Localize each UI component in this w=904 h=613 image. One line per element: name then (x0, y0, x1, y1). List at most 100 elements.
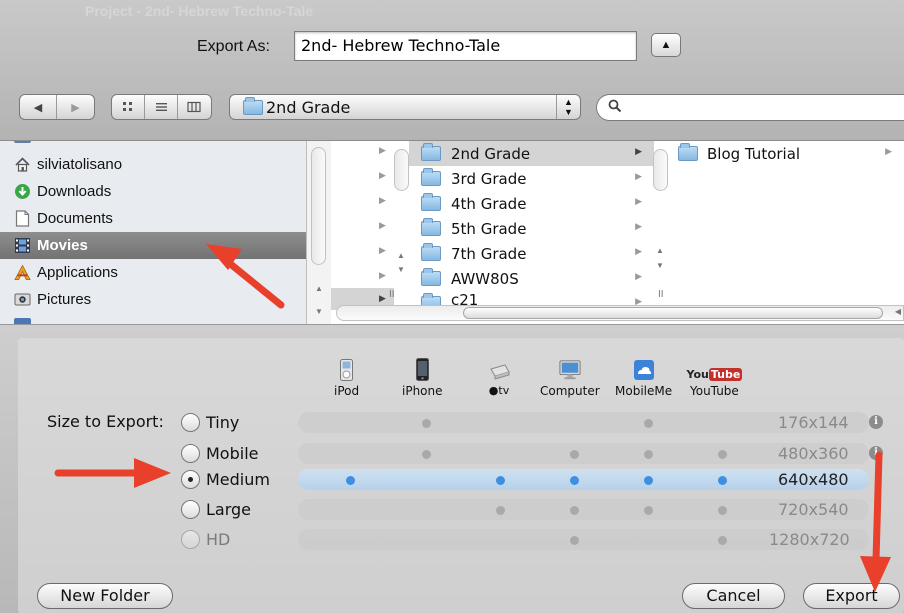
size-resolution: 720x540 (778, 500, 849, 519)
folder-row-2nd-grade[interactable]: 2nd Grade ▶ (409, 141, 654, 166)
sidebar-scrollbar[interactable]: ▲ ▼ (306, 141, 331, 324)
sidebar-item-label: Pictures (37, 291, 92, 308)
disclosure-arrow-icon: ▶ (635, 272, 642, 282)
window-title: Project - 2nd- Hebrew Techno-Tale (85, 3, 314, 19)
column-view-button[interactable] (178, 95, 211, 119)
computer-icon (559, 357, 581, 381)
list-view-icon (155, 103, 167, 111)
scrollbar-thumb[interactable] (311, 147, 326, 265)
sidebar-item-downloads[interactable]: Downloads (0, 178, 306, 205)
up-down-arrows-icon: ▲ ▼ (556, 95, 580, 119)
folder-name: 2nd Grade (451, 144, 531, 163)
scrollbar-thumb[interactable] (653, 149, 668, 191)
device-ipod: iPod (334, 357, 359, 398)
scrollbar-thumb[interactable] (394, 149, 409, 191)
horizontal-scrollbar-thumb[interactable] (463, 307, 883, 319)
scroll-down-arrow-icon[interactable]: ▼ (315, 307, 323, 316)
search-input[interactable] (596, 94, 904, 121)
column-3-scrollbar[interactable]: ▲ ▼ II (652, 141, 670, 324)
info-icon[interactable]: i (869, 446, 883, 460)
new-folder-button[interactable]: New Folder (37, 583, 173, 609)
youtube-badge-tube: Tube (708, 368, 743, 381)
folder-row-5th-grade[interactable]: 5th Grade ▶ (409, 216, 654, 241)
view-mode-control (111, 94, 212, 120)
radio-large[interactable] (181, 500, 200, 519)
triangle-left-icon: ◀ (33, 101, 43, 114)
scroll-down-arrow-icon[interactable]: ▼ (397, 265, 405, 274)
collapse-dialog-button[interactable]: ▲ (651, 33, 681, 57)
scroll-down-arrow-icon[interactable]: ▼ (656, 261, 664, 270)
scroll-up-arrow-icon[interactable]: ▲ (656, 246, 664, 255)
support-dot (570, 536, 579, 545)
folder-row-3rd-grade[interactable]: 3rd Grade ▶ (409, 166, 654, 191)
browser-column-1: ▶ ▶ ▶ ▶ ▶ ▶ ▶ II (331, 141, 395, 324)
folder-name: 7th Grade (451, 244, 527, 263)
scroll-up-arrow-icon[interactable]: ▲ (397, 251, 405, 260)
folder-icon (421, 218, 441, 236)
icon-view-button[interactable] (112, 95, 145, 119)
apple-tv-icon (488, 357, 510, 381)
scroll-up-arrow-icon[interactable]: ▲ (315, 284, 323, 293)
size-name: Medium (206, 470, 270, 489)
search-icon (608, 99, 622, 116)
support-dot (644, 476, 653, 485)
horizontal-scrollbar[interactable]: ◀ (336, 305, 904, 321)
sidebar-item-label: silviatolisano (37, 156, 123, 173)
folder-row-7th-grade[interactable]: 7th Grade ▶ (409, 241, 654, 266)
back-button[interactable]: ◀ (20, 95, 58, 119)
sidebar-item-home[interactable]: silviatolisano (0, 151, 306, 178)
export-options-panel: iPod iPhone ●tv Computer MobileMe You Tub… (0, 324, 904, 613)
support-dot (718, 536, 727, 545)
radio-medium[interactable] (181, 470, 200, 489)
folder-row-blog-tutorial[interactable]: Blog Tutorial ▶ (670, 141, 904, 166)
disclosure-arrow-icon: ▶ (379, 245, 386, 255)
size-row-medium[interactable]: Medium 640x480 (181, 467, 904, 492)
mobileme-icon (633, 357, 655, 381)
folder-name: 5th Grade (451, 219, 527, 238)
iphone-icon (411, 357, 433, 381)
sidebar-item-movies[interactable]: Movies (0, 232, 306, 259)
folder-name: 4th Grade (451, 194, 527, 213)
support-dot (496, 506, 505, 515)
scroll-divider: II (658, 289, 664, 300)
size-name: Tiny (206, 413, 240, 432)
sidebar-item-pictures[interactable]: Pictures (0, 286, 306, 313)
folder-row-aww80s[interactable]: AWW80S ▶ (409, 266, 654, 291)
folder-icon (421, 243, 441, 261)
size-row-large[interactable]: Large 720x540 (181, 497, 904, 522)
folder-row-4th-grade[interactable]: 4th Grade ▶ (409, 191, 654, 216)
size-row-tiny[interactable]: Tiny 176x144 i (181, 410, 904, 435)
device-apple-tv: ●tv (488, 357, 510, 397)
radio-hd (181, 530, 200, 549)
support-dot (718, 506, 727, 515)
cancel-button[interactable]: Cancel (682, 583, 785, 609)
info-icon[interactable]: i (869, 415, 883, 429)
export-filename-input[interactable]: 2nd- Hebrew Techno-Tale (294, 31, 637, 61)
triangle-right-icon: ▶ (71, 101, 80, 114)
sidebar-item-applications[interactable]: Applications (0, 259, 306, 286)
size-row-mobile[interactable]: Mobile 480x360 i (181, 441, 904, 466)
sidebar: silviatolisano Downloads Documents Movie… (0, 141, 306, 324)
radio-tiny[interactable] (181, 413, 200, 432)
device-iphone: iPhone (402, 357, 443, 398)
scroll-left-arrow-icon[interactable]: ◀ (895, 307, 901, 316)
list-view-button[interactable] (145, 95, 178, 119)
column-2-scrollbar[interactable]: ▲ ▼ (394, 141, 409, 324)
triangle-up-icon: ▲ (660, 39, 672, 51)
radio-mobile[interactable] (181, 444, 200, 463)
browser-toolbar: ◀ ▶ 2nd Grade ▲ ▼ (0, 94, 904, 140)
support-dot (422, 450, 431, 459)
disclosure-arrow-icon: ▶ (635, 147, 642, 157)
export-button[interactable]: Export (803, 583, 900, 609)
disclosure-arrow-icon: ▶ (379, 145, 386, 155)
size-resolution: 640x480 (778, 470, 849, 489)
device-label: YouTube (690, 384, 739, 398)
disclosure-arrow-icon: ▶ (379, 270, 386, 280)
location-popup[interactable]: 2nd Grade ▲ ▼ (229, 94, 581, 120)
folder-icon (421, 268, 441, 286)
sidebar-partial-item (14, 141, 31, 143)
icon-view-icon (123, 102, 132, 111)
sidebar-item-documents[interactable]: Documents (0, 205, 306, 232)
size-resolution: 1280x720 (769, 530, 850, 549)
forward-button[interactable]: ▶ (57, 95, 94, 119)
